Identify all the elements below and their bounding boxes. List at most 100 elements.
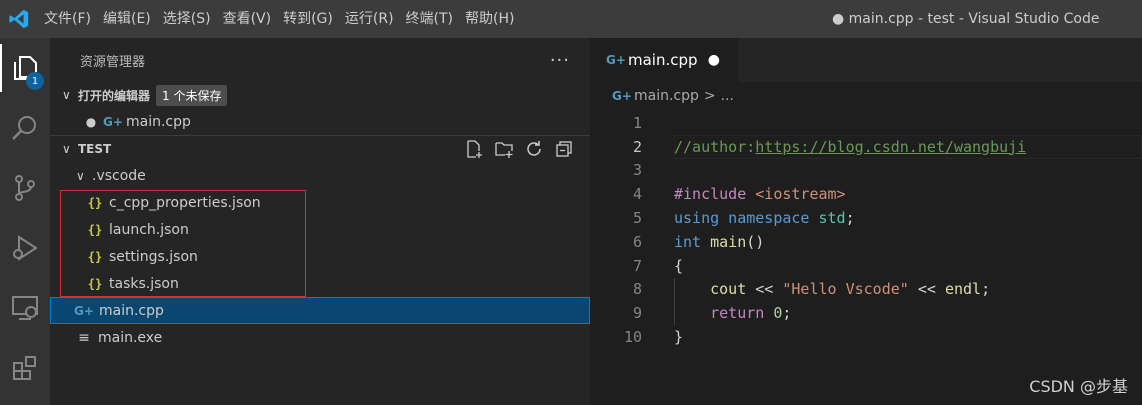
menu-edit[interactable]: 编辑(E) — [97, 0, 157, 38]
chevron-down-icon: ∨ — [62, 142, 71, 156]
collapse-all-icon[interactable] — [554, 139, 574, 159]
cpp-file-icon: G+ — [103, 114, 123, 129]
open-brace: { — [674, 256, 684, 275]
code-line: 7 { — [590, 254, 1142, 278]
folder-header[interactable]: ∨ TEST — [50, 136, 590, 162]
cpp-file-icon: G+ — [74, 303, 94, 318]
line-number: 1 — [632, 113, 642, 132]
line-number: 3 — [632, 161, 642, 180]
vscode-logo-icon — [0, 0, 38, 38]
folder-label: TEST — [78, 142, 112, 156]
tree-file-json[interactable]: {} settings.json — [50, 243, 590, 270]
line-number: 10 — [623, 328, 642, 347]
include-keyword: #include — [674, 185, 747, 204]
tree-file-json[interactable]: {} c_cpp_properties.json — [50, 189, 590, 216]
menu-selection[interactable]: 选择(S) — [157, 0, 217, 38]
sidebar-title: 资源管理器 — [80, 54, 146, 70]
explorer-sidebar: 资源管理器 ··· ∨ 打开的编辑器 1 个未保存 ● G+ main.cpp … — [50, 38, 590, 405]
code-text: using namespace std; — [674, 209, 855, 227]
editor-area: G+ main.cpp ● G+ main.cpp > ... 1 2 //au… — [590, 38, 1142, 405]
semicolon: ; — [845, 209, 855, 228]
semicolon: ; — [782, 304, 792, 323]
menu-terminal[interactable]: 终端(T) — [400, 0, 459, 38]
tree-file-main-cpp[interactable]: G+ main.cpp — [50, 297, 590, 324]
activity-extensions[interactable] — [0, 338, 50, 398]
more-actions-icon[interactable]: ··· — [550, 50, 570, 71]
tree-file-main-exe[interactable]: ≡ main.exe — [50, 324, 590, 351]
code-line: 10 } — [590, 325, 1142, 349]
open-editors-header[interactable]: ∨ 打开的编辑器 1 个未保存 — [50, 82, 590, 108]
folder-vscode-label: .vscode — [92, 167, 146, 184]
line-number: 4 — [632, 185, 642, 204]
cpp-file-icon: G+ — [606, 53, 626, 67]
refresh-icon[interactable] — [524, 139, 544, 159]
main-function: main — [701, 232, 747, 251]
modified-dot-icon[interactable]: ● — [80, 115, 102, 129]
operator: << — [746, 280, 783, 299]
file-label: main.cpp — [99, 302, 164, 319]
menu-help[interactable]: 帮助(H) — [459, 0, 520, 38]
breadcrumb-separator: > — [703, 88, 716, 104]
menu-run[interactable]: 运行(R) — [339, 0, 400, 38]
menu-go[interactable]: 转到(G) — [277, 0, 339, 38]
endl: endl — [944, 280, 982, 299]
file-label: tasks.json — [109, 275, 179, 292]
comment-link[interactable]: https://blog.csdn.net/wangbuji — [755, 138, 1026, 156]
open-editors-label: 打开的编辑器 — [78, 88, 151, 103]
code-text: int main() — [674, 233, 764, 251]
close-brace: } — [674, 328, 684, 347]
tree-file-json[interactable]: {} tasks.json — [50, 270, 590, 297]
json-file-icon: {} — [87, 222, 103, 237]
modified-dot-icon[interactable]: ● — [708, 52, 720, 68]
activity-search[interactable] — [0, 98, 50, 158]
cout: cout — [674, 280, 747, 299]
folder-vscode[interactable]: ∨ .vscode — [50, 162, 590, 189]
line-number: 2 — [632, 137, 642, 156]
unsaved-badge: 1 个未保存 — [156, 84, 228, 106]
folder-actions — [464, 139, 590, 159]
tree-file-json[interactable]: {} launch.json — [50, 216, 590, 243]
line-number: 8 — [632, 280, 642, 299]
code-line: 3 — [590, 159, 1142, 183]
zero-literal: 0 — [764, 304, 783, 323]
hello-string: "Hello Vscode" — [782, 280, 909, 299]
code-editor[interactable]: 1 2 //author:https://blog.csdn.net/wangb… — [590, 110, 1142, 349]
chevron-down-icon: ∨ — [76, 168, 85, 183]
breadcrumb-file[interactable]: main.cpp — [634, 88, 699, 104]
semicolon: ; — [981, 280, 991, 299]
menu-view[interactable]: 查看(V) — [217, 0, 278, 38]
std-namespace: std — [809, 209, 846, 228]
code-line: 5 using namespace std; — [590, 206, 1142, 230]
open-editor-item[interactable]: ● G+ main.cpp — [50, 108, 590, 135]
return-keyword: return — [674, 304, 765, 323]
code-text: cout << "Hello Vscode" << endl; — [674, 280, 990, 298]
include-header: <iostream> — [746, 185, 846, 204]
json-file-icon: {} — [87, 249, 103, 264]
file-label: c_cpp_properties.json — [109, 194, 261, 211]
code-text: #include <iostream> — [674, 185, 846, 203]
tab-label: main.cpp — [628, 51, 698, 69]
cpp-file-icon: G+ — [612, 89, 632, 103]
tab-main-cpp[interactable]: G+ main.cpp ● — [590, 38, 738, 82]
activity-explorer[interactable]: 1 — [0, 38, 50, 98]
activity-source-control[interactable] — [0, 158, 50, 218]
activity-run-debug[interactable] — [0, 218, 50, 278]
file-label: settings.json — [109, 248, 198, 265]
int-keyword: int — [674, 232, 702, 251]
using-keyword: using — [674, 209, 720, 228]
activity-bar: 1 — [0, 38, 50, 405]
parens: () — [746, 232, 765, 251]
code-line: 4 #include <iostream> — [590, 182, 1142, 206]
menu-file[interactable]: 文件(F) — [38, 0, 97, 38]
new-folder-icon[interactable] — [494, 139, 514, 159]
title-bar: 文件(F) 编辑(E) 选择(S) 查看(V) 转到(G) 运行(R) 终端(T… — [0, 0, 1142, 38]
line-number: 6 — [632, 232, 642, 251]
activity-remote-explorer[interactable] — [0, 278, 50, 338]
line-number: 7 — [632, 256, 642, 275]
source-control-icon — [15, 175, 35, 201]
remote-explorer-icon — [12, 296, 38, 320]
breadcrumb-more[interactable]: ... — [721, 88, 734, 104]
new-file-icon[interactable] — [464, 139, 484, 159]
line-number: 9 — [632, 304, 642, 323]
chevron-down-icon: ∨ — [62, 88, 71, 102]
